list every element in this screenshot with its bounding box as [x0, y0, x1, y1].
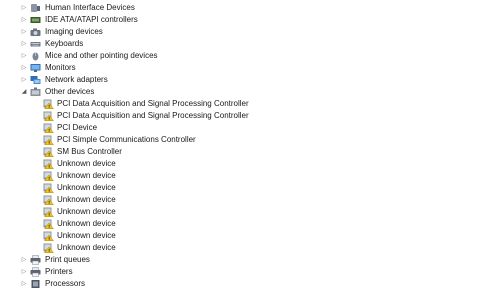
other-devices-icon: [30, 87, 41, 97]
tree-device-item[interactable]: PCI Data Acquisition and Signal Processi…: [0, 98, 500, 110]
tree-category-other-devices[interactable]: Other devices: [0, 86, 500, 98]
camera-icon: [30, 27, 41, 37]
expand-arrow-closed-icon[interactable]: [20, 74, 28, 86]
tree-category-network-adapters[interactable]: Network adapters: [0, 74, 500, 86]
unknown-device-warning-icon: [43, 147, 54, 157]
tree-item-label: PCI Simple Communications Controller: [57, 135, 196, 144]
tree-item-label: PCI Device: [57, 123, 98, 132]
mouse-icon: [30, 51, 41, 61]
tree-category-printers[interactable]: Printers: [0, 266, 500, 278]
unknown-device-warning-icon: [43, 111, 54, 121]
tree-category-print-queues[interactable]: Print queues: [0, 254, 500, 266]
unknown-device-warning-icon: [43, 231, 54, 241]
tree-item-label: Unknown device: [57, 195, 116, 204]
unknown-device-warning-icon: [43, 99, 54, 109]
tree-category-human-interface-devices[interactable]: Human Interface Devices: [0, 2, 500, 14]
expand-arrow-closed-icon[interactable]: [20, 254, 28, 266]
unknown-device-warning-icon: [43, 135, 54, 145]
expand-arrow-closed-icon[interactable]: [20, 50, 28, 62]
expand-arrow-closed-icon[interactable]: [20, 2, 28, 14]
tree-item-label: Imaging devices: [45, 27, 103, 36]
tree-item-label: Unknown device: [57, 219, 116, 228]
tree-item-label: Processors: [45, 279, 86, 288]
hid-icon: [30, 3, 41, 13]
unknown-device-warning-icon: [43, 243, 54, 253]
printer-icon: [30, 255, 41, 265]
unknown-device-warning-icon: [43, 159, 54, 169]
tree-item-label: SM Bus Controller: [57, 147, 122, 156]
tree-device-item[interactable]: PCI Data Acquisition and Signal Processi…: [0, 110, 500, 122]
network-adapter-icon: [30, 75, 41, 85]
tree-item-label: PCI Data Acquisition and Signal Processi…: [57, 99, 249, 108]
expand-arrow-closed-icon[interactable]: [20, 38, 28, 50]
unknown-device-warning-icon: [43, 195, 54, 205]
tree-category-monitors[interactable]: Monitors: [0, 62, 500, 74]
tree-item-label: Unknown device: [57, 231, 116, 240]
tree-item-label: PCI Data Acquisition and Signal Processi…: [57, 111, 249, 120]
tree-category-processors[interactable]: Processors: [0, 278, 500, 290]
tree-item-label: IDE ATA/ATAPI controllers: [45, 15, 138, 24]
tree-device-item[interactable]: Unknown device: [0, 206, 500, 218]
tree-device-item[interactable]: Unknown device: [0, 170, 500, 182]
tree-device-item[interactable]: Unknown device: [0, 194, 500, 206]
tree-item-label: Unknown device: [57, 159, 116, 168]
tree-item-label: Unknown device: [57, 243, 116, 252]
tree-device-item[interactable]: Unknown device: [0, 218, 500, 230]
tree-device-item[interactable]: Unknown device: [0, 242, 500, 254]
tree-device-item[interactable]: PCI Simple Communications Controller: [0, 134, 500, 146]
expand-arrow-closed-icon[interactable]: [20, 278, 28, 290]
tree-item-label: Keyboards: [45, 39, 84, 48]
expand-arrow-closed-icon[interactable]: [20, 62, 28, 74]
tree-item-label: Network adapters: [45, 75, 108, 84]
ide-controller-icon: [30, 15, 41, 25]
tree-category-keyboards[interactable]: Keyboards: [0, 38, 500, 50]
unknown-device-warning-icon: [43, 183, 54, 193]
processor-icon: [30, 279, 41, 289]
tree-device-item[interactable]: PCI Device: [0, 122, 500, 134]
tree-item-label: Unknown device: [57, 183, 116, 192]
tree-item-label: Unknown device: [57, 207, 116, 216]
keyboard-icon: [30, 39, 41, 49]
tree-item-label: Human Interface Devices: [45, 3, 135, 12]
tree-item-label: Monitors: [45, 63, 76, 72]
device-tree: Human Interface Devices IDE ATA/ATAPI con…: [0, 2, 500, 290]
printer-icon: [30, 267, 41, 277]
unknown-device-warning-icon: [43, 219, 54, 229]
tree-device-item[interactable]: Unknown device: [0, 230, 500, 242]
expand-arrow-closed-icon[interactable]: [20, 14, 28, 26]
tree-item-label: Mice and other pointing devices: [45, 51, 158, 60]
tree-item-label: Printers: [45, 267, 73, 276]
unknown-device-warning-icon: [43, 123, 54, 133]
tree-category-imaging-devices[interactable]: Imaging devices: [0, 26, 500, 38]
unknown-device-warning-icon: [43, 207, 54, 217]
tree-device-item[interactable]: SM Bus Controller: [0, 146, 500, 158]
expand-arrow-open-icon[interactable]: [20, 86, 28, 98]
tree-device-item[interactable]: Unknown device: [0, 182, 500, 194]
tree-item-label: Unknown device: [57, 171, 116, 180]
tree-category-ide-ata-atapi-controllers[interactable]: IDE ATA/ATAPI controllers: [0, 14, 500, 26]
tree-item-label: Print queues: [45, 255, 90, 264]
tree-device-item[interactable]: Unknown device: [0, 158, 500, 170]
unknown-device-warning-icon: [43, 171, 54, 181]
monitor-icon: [30, 63, 41, 73]
expand-arrow-closed-icon[interactable]: [20, 26, 28, 38]
tree-item-label: Other devices: [45, 87, 95, 96]
tree-category-mice-and-other-pointing-devices[interactable]: Mice and other pointing devices: [0, 50, 500, 62]
expand-arrow-closed-icon[interactable]: [20, 266, 28, 278]
